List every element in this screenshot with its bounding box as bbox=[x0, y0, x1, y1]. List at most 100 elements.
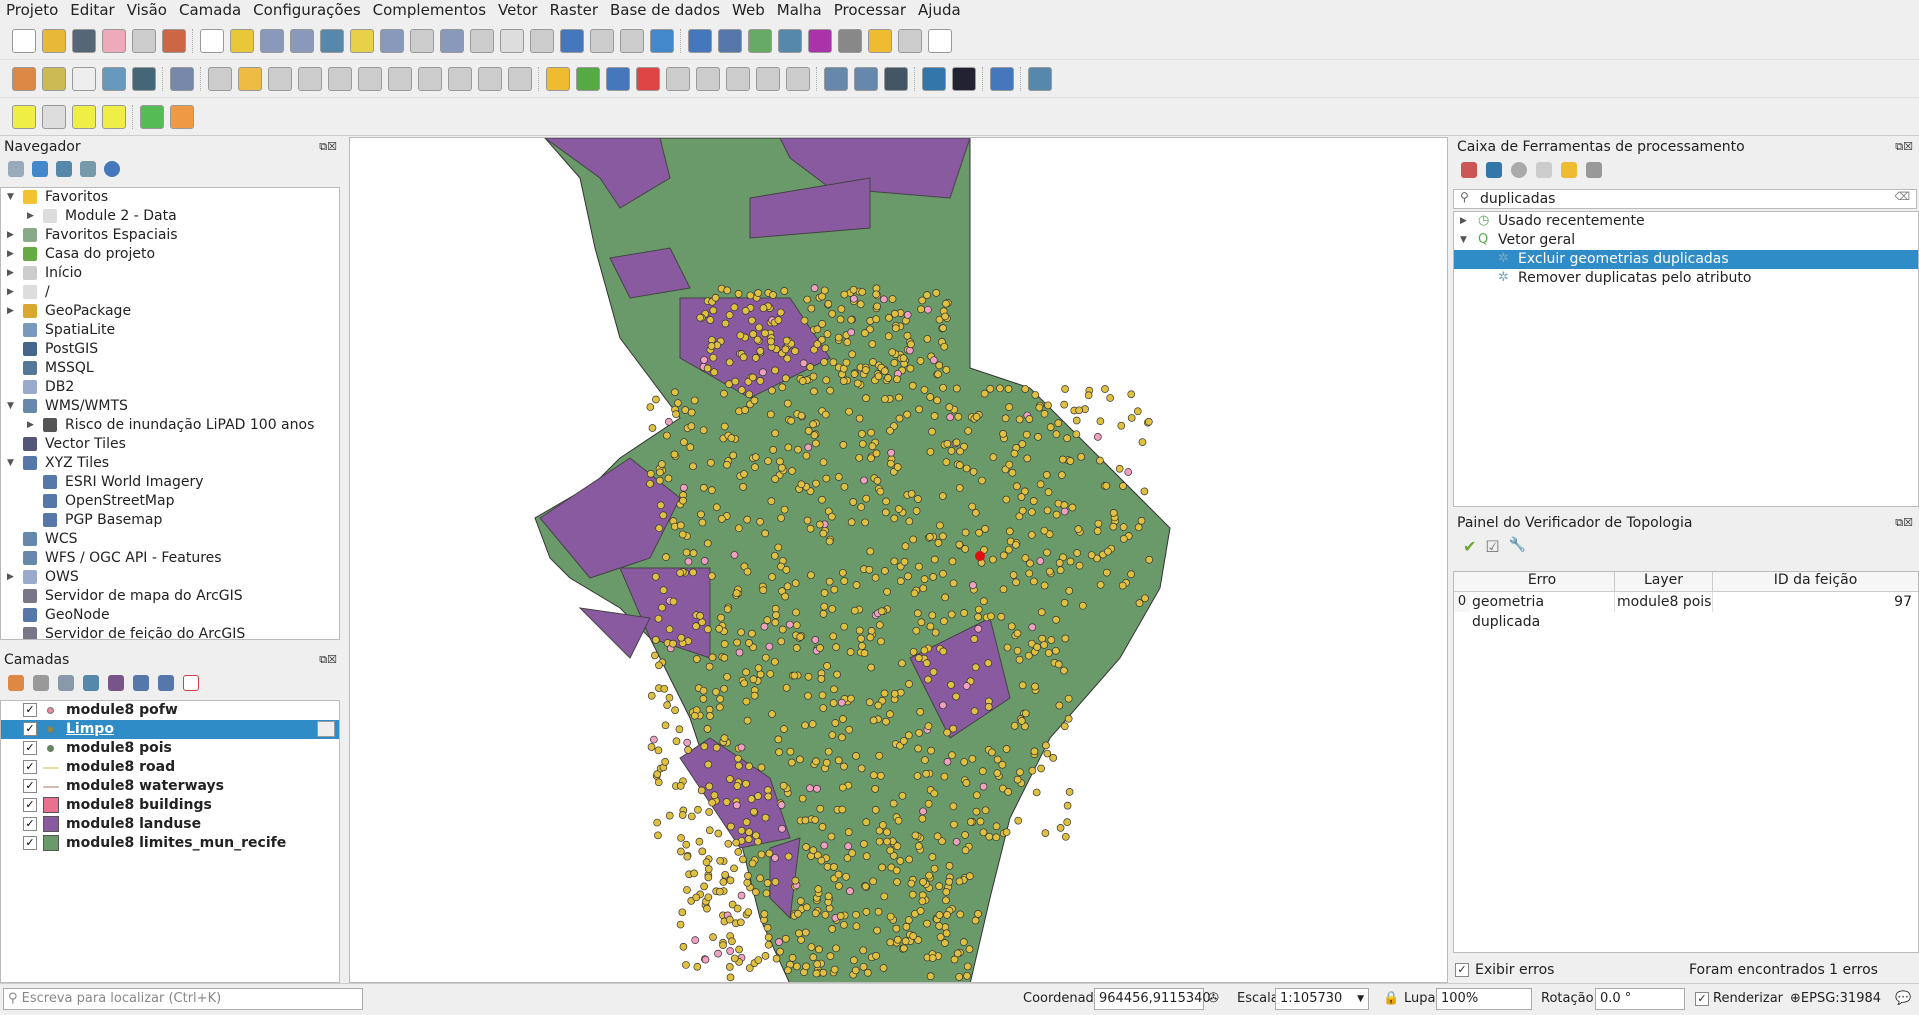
toolbar-tool-icon[interactable] bbox=[12, 28, 36, 53]
navigator-item[interactable]: ▶ GeoPackage bbox=[1, 302, 339, 321]
toolbar-tool-icon[interactable] bbox=[72, 104, 96, 129]
configure-rules-icon[interactable]: 🔧 bbox=[1509, 537, 1526, 555]
processing-item[interactable]: ✲ Excluir geometrias duplicadas bbox=[1454, 250, 1918, 269]
panel-close-icon[interactable]: ⧉☒ bbox=[319, 653, 337, 667]
layer-item[interactable]: ✓ Limpo bbox=[1, 720, 339, 739]
remove-layer-icon[interactable] bbox=[183, 675, 199, 691]
layer-visibility-checkbox[interactable]: ✓ bbox=[23, 817, 37, 831]
toolbar-tool-icon[interactable] bbox=[12, 104, 36, 129]
toolbar-tool-icon[interactable] bbox=[824, 66, 848, 91]
chevron-right-icon[interactable]: ▶ bbox=[27, 207, 34, 226]
toolbar-tool-icon[interactable] bbox=[620, 28, 644, 53]
toolbar-tool-icon[interactable] bbox=[440, 28, 464, 53]
toolbar-tool-icon[interactable] bbox=[868, 28, 892, 53]
filter-icon[interactable] bbox=[83, 675, 99, 691]
toolbar-tool-icon[interactable] bbox=[162, 28, 186, 53]
processing-search-input[interactable]: ⚲ duplicadas ⌫ bbox=[1453, 189, 1917, 209]
scale-combobox[interactable]: 1:105730 ▼ bbox=[1275, 988, 1369, 1010]
toolbar-tool-icon[interactable] bbox=[42, 66, 66, 91]
toolbar-tool-icon[interactable] bbox=[102, 66, 126, 91]
layer-visibility-checkbox[interactable]: ✓ bbox=[23, 798, 37, 812]
chevron-right-icon[interactable]: ▶ bbox=[7, 226, 14, 245]
toolbar-tool-icon[interactable] bbox=[170, 66, 194, 91]
panel-close-icon[interactable]: ⧉☒ bbox=[1895, 516, 1913, 530]
toolbar-tool-icon[interactable] bbox=[290, 28, 314, 53]
toolbar-tool-icon[interactable] bbox=[576, 66, 600, 91]
toolbar-tool-icon[interactable] bbox=[508, 66, 532, 91]
layer-item[interactable]: ✓ module8 pois bbox=[1, 739, 339, 758]
column-header-layer[interactable]: Layer bbox=[1615, 572, 1713, 591]
toolbar-tool-icon[interactable] bbox=[132, 66, 156, 91]
menu-complementos[interactable]: Complementos bbox=[367, 0, 492, 22]
toolbar-tool-icon[interactable] bbox=[786, 66, 810, 91]
toolbar-tool-icon[interactable] bbox=[72, 28, 96, 53]
navigator-item[interactable]: ▶ Favoritos Espaciais bbox=[1, 226, 339, 245]
navigator-item[interactable]: Servidor de feição do ArcGIS bbox=[1, 625, 339, 639]
coordinate-field[interactable]: 964456,9115340 bbox=[1094, 988, 1211, 1010]
toolbar-tool-icon[interactable] bbox=[560, 28, 584, 53]
info-icon[interactable] bbox=[104, 161, 120, 177]
refresh-icon[interactable] bbox=[32, 161, 48, 177]
toolbar-tool-icon[interactable] bbox=[268, 66, 292, 91]
navigator-item[interactable]: ▶ Risco de inundação LiPAD 100 anos bbox=[1, 416, 339, 435]
toolbar-tool-icon[interactable] bbox=[748, 28, 772, 53]
panel-close-icon[interactable]: ⧉☒ bbox=[319, 140, 337, 154]
chevron-right-icon[interactable]: ▶ bbox=[7, 302, 14, 321]
toolbar-tool-icon[interactable] bbox=[328, 66, 352, 91]
processing-item[interactable]: ✲ Remover duplicatas pelo atributo bbox=[1454, 269, 1918, 288]
toolbar-tool-icon[interactable] bbox=[854, 66, 878, 91]
layer-visibility-checkbox[interactable]: ✓ bbox=[23, 741, 37, 755]
processing-item[interactable]: ▶ ◷ Usado recentemente bbox=[1454, 212, 1918, 231]
toolbar-tool-icon[interactable] bbox=[260, 28, 284, 53]
rotation-spinbox[interactable]: 0.0 ° bbox=[1595, 988, 1685, 1010]
toolbar-tool-icon[interactable] bbox=[298, 66, 322, 91]
validate-extent-icon[interactable]: ☑ bbox=[1485, 537, 1499, 556]
navigator-item[interactable]: WCS bbox=[1, 530, 339, 549]
toolbar-tool-icon[interactable] bbox=[718, 28, 742, 53]
toolbar-tool-icon[interactable] bbox=[928, 28, 952, 53]
column-header-erro[interactable]: Erro bbox=[1470, 572, 1615, 591]
navigator-item[interactable]: OpenStreetMap bbox=[1, 492, 339, 511]
toolbar-tool-icon[interactable] bbox=[778, 28, 802, 53]
menu-configurações[interactable]: Configurações bbox=[247, 0, 366, 22]
column-header-id[interactable]: ID da feição bbox=[1713, 572, 1918, 591]
toolbar-tool-icon[interactable] bbox=[884, 66, 908, 91]
toolbar-tool-icon[interactable] bbox=[470, 28, 494, 53]
chevron-right-icon[interactable]: ▶ bbox=[27, 416, 34, 435]
processing-tree[interactable]: ▶ ◷ Usado recentemente ▼ Q Vetor geral ✲ Exclui… bbox=[1453, 211, 1919, 507]
toolbar-tool-icon[interactable] bbox=[410, 28, 434, 53]
menu-ajuda[interactable]: Ajuda bbox=[912, 0, 967, 22]
toolbar-tool-icon[interactable] bbox=[418, 66, 442, 91]
expression-filter-icon[interactable] bbox=[108, 675, 124, 691]
map-canvas[interactable] bbox=[349, 137, 1448, 983]
toolbar-tool-icon[interactable] bbox=[200, 28, 224, 53]
layers-tree[interactable]: ✓ module8 pofw ✓ Limpo ✓ module8 pois ✓ module8… bbox=[0, 700, 340, 983]
navigator-item[interactable]: ▼ XYZ Tiles bbox=[1, 454, 339, 473]
toolbar-tool-icon[interactable] bbox=[448, 66, 472, 91]
chevron-right-icon[interactable]: ▶ bbox=[7, 264, 14, 283]
menu-projeto[interactable]: Projeto bbox=[0, 0, 64, 22]
layer-item[interactable]: ✓ module8 limites_mun_recife bbox=[1, 834, 339, 853]
toolbar-tool-icon[interactable] bbox=[238, 66, 262, 91]
chevron-right-icon[interactable]: ▶ bbox=[7, 245, 14, 264]
navigator-item[interactable]: PostGIS bbox=[1, 340, 339, 359]
toolbar-tool-icon[interactable] bbox=[688, 28, 712, 53]
menu-base-de-dados[interactable]: Base de dados bbox=[604, 0, 726, 22]
magnifier-spinbox[interactable]: 100% bbox=[1436, 988, 1532, 1010]
chevron-right-icon[interactable]: ▶ bbox=[1460, 212, 1467, 231]
toolbar-tool-icon[interactable] bbox=[388, 66, 412, 91]
layer-visibility-checkbox[interactable]: ✓ bbox=[23, 760, 37, 774]
table-row[interactable]: 0 geometria duplicada module8 pois 97 bbox=[1454, 592, 1918, 630]
navigator-item[interactable]: Servidor de mapa do ArcGIS bbox=[1, 587, 339, 606]
chevron-right-icon[interactable]: ▶ bbox=[7, 283, 14, 302]
toolbar-tool-icon[interactable] bbox=[140, 104, 164, 129]
navigator-item[interactable]: ▼ WMS/WMTS bbox=[1, 397, 339, 416]
menu-editar[interactable]: Editar bbox=[64, 0, 120, 22]
toolbar-tool-icon[interactable] bbox=[380, 28, 404, 53]
validate-all-icon[interactable]: ✔ bbox=[1463, 537, 1476, 556]
temporary-layer-icon[interactable] bbox=[317, 721, 335, 737]
style-icon[interactable] bbox=[8, 675, 24, 691]
show-errors-checkbox[interactable]: ✓ bbox=[1455, 963, 1469, 977]
crs-button[interactable]: ⊕EPSG:31984 bbox=[1790, 991, 1881, 1006]
toolbar-tool-icon[interactable] bbox=[530, 28, 554, 53]
